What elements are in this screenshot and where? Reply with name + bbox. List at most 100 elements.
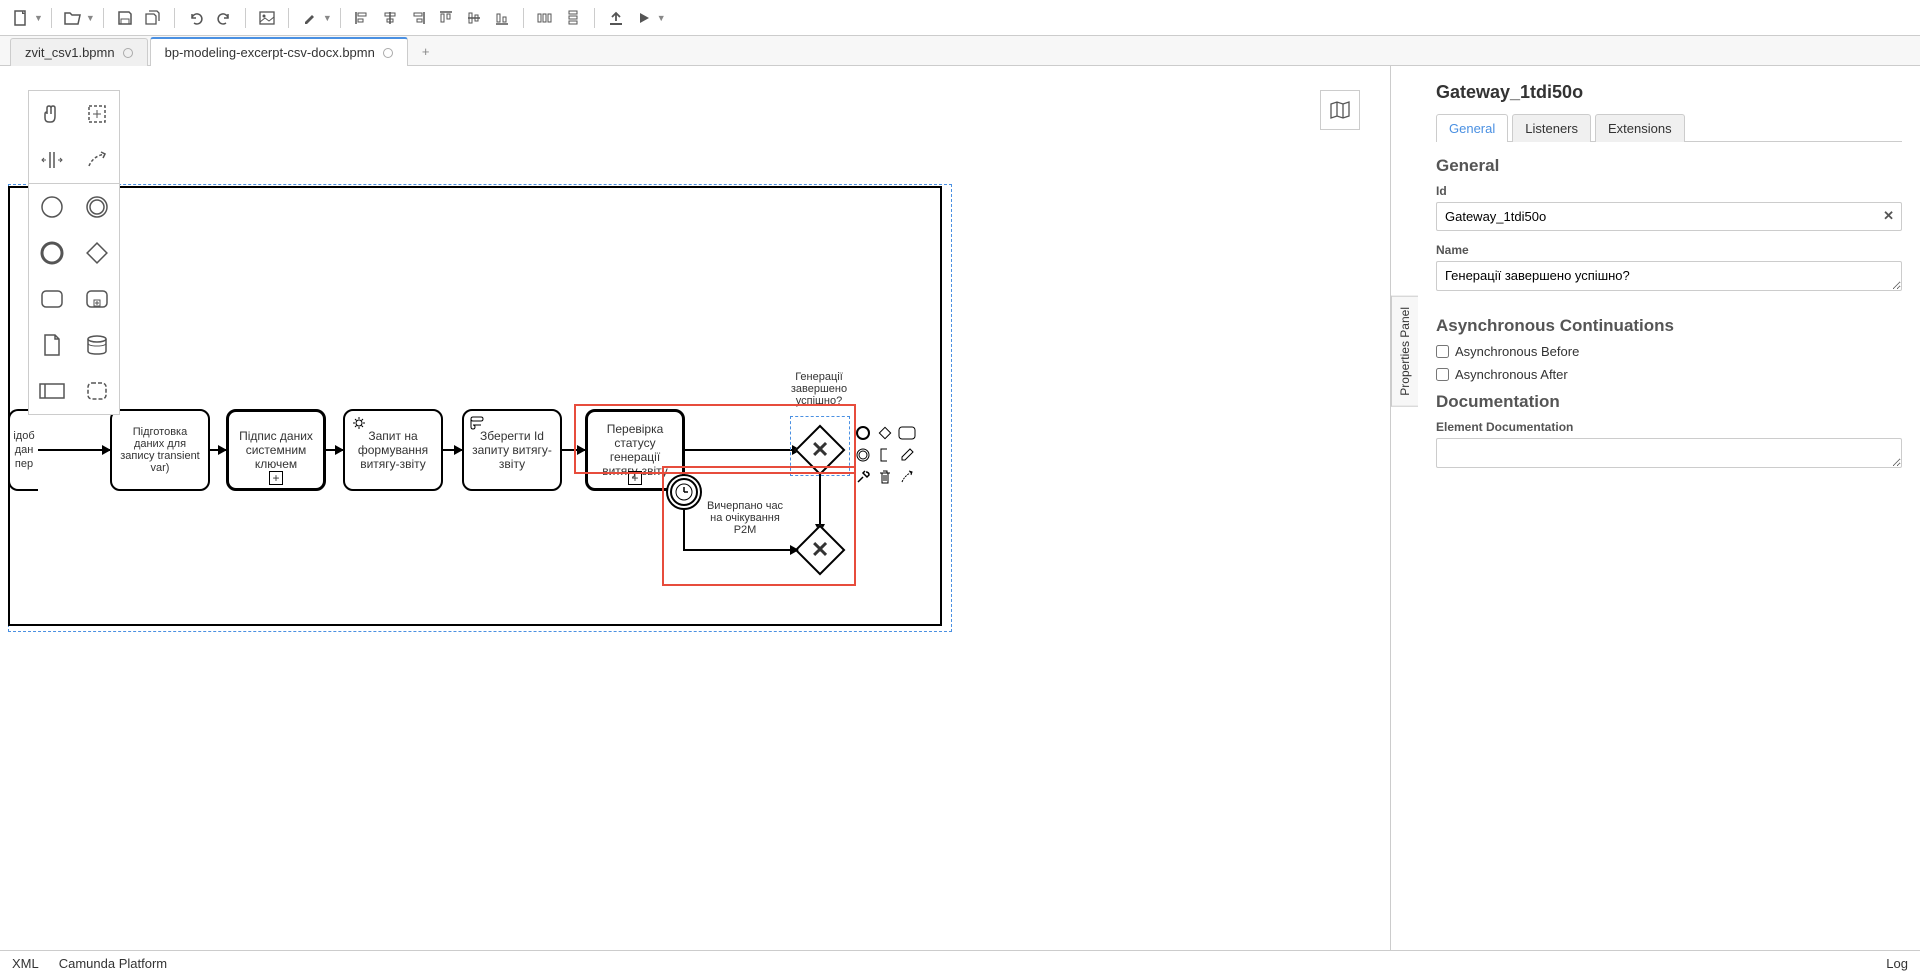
add-tab-button[interactable]: + <box>410 38 442 65</box>
task-icon[interactable] <box>29 276 74 322</box>
subprocess-icon[interactable] <box>74 276 119 322</box>
task-partial[interactable]: ідоб дан пер <box>8 409 38 491</box>
task-save-id[interactable]: Зберегти Id запиту витягу-звіту <box>462 409 562 491</box>
start-event-icon[interactable] <box>29 184 74 230</box>
lasso-tool-icon[interactable] <box>74 91 119 137</box>
async-after-checkbox[interactable] <box>1436 368 1449 381</box>
log-tab[interactable]: Log <box>1886 956 1908 971</box>
service-task-icon <box>351 415 367 431</box>
open-dropdown-icon[interactable]: ▼ <box>86 13 95 23</box>
hand-tool-icon[interactable] <box>29 91 74 137</box>
align-bottom-icon[interactable] <box>489 5 515 31</box>
append-gateway-icon[interactable] <box>876 424 894 442</box>
align-center-h-icon[interactable] <box>377 5 403 31</box>
arrow-icon <box>102 445 111 455</box>
change-type-icon[interactable] <box>898 446 916 464</box>
append-task-icon[interactable] <box>898 424 916 442</box>
sequence-flow[interactable] <box>38 449 110 451</box>
append-end-event-icon[interactable] <box>854 424 872 442</box>
align-left-icon[interactable] <box>349 5 375 31</box>
properties-panel-toggle[interactable]: Properties Panel <box>1391 296 1418 407</box>
exclusive-gateway-selected[interactable]: ✕ <box>795 425 845 475</box>
align-center-v-icon[interactable] <box>461 5 487 31</box>
global-connect-tool-icon[interactable] <box>74 137 119 183</box>
tab-label: bp-modeling-excerpt-csv-docx.bpmn <box>165 45 375 60</box>
append-intermediate-icon[interactable] <box>854 446 872 464</box>
timer-boundary-event[interactable] <box>666 474 702 510</box>
tab-listeners[interactable]: Listeners <box>1512 114 1591 142</box>
wrench-icon[interactable] <box>854 468 872 486</box>
tab-extensions[interactable]: Extensions <box>1595 114 1685 142</box>
separator <box>51 8 52 28</box>
file-tab[interactable]: zvit_csv1.bpmn <box>10 38 148 66</box>
separator <box>523 8 524 28</box>
close-tab-icon[interactable] <box>123 48 133 58</box>
platform-tab[interactable]: Camunda Platform <box>59 956 167 971</box>
align-top-icon[interactable] <box>433 5 459 31</box>
close-tab-icon[interactable] <box>383 48 393 58</box>
new-file-icon[interactable] <box>8 5 34 31</box>
sequence-flow[interactable] <box>683 549 798 551</box>
minimap-toggle[interactable] <box>1320 90 1360 130</box>
exclusive-gateway-2[interactable]: ✕ <box>795 525 845 575</box>
deploy-icon[interactable] <box>603 5 629 31</box>
data-object-icon[interactable] <box>29 322 74 368</box>
save-icon[interactable] <box>112 5 138 31</box>
separator <box>288 8 289 28</box>
save-all-icon[interactable] <box>140 5 166 31</box>
xml-tab[interactable]: XML <box>12 956 39 971</box>
clear-icon[interactable]: ✕ <box>1883 208 1894 224</box>
connect-icon[interactable] <box>898 468 916 486</box>
canvas[interactable]: ідоб дан пер Підготовка даних для запису… <box>0 66 1390 950</box>
task-label: Перевірка статусу генерації витягу-звіту <box>594 422 676 478</box>
separator <box>594 8 595 28</box>
arrow-icon <box>335 445 344 455</box>
arrow-icon <box>790 545 799 555</box>
sequence-flow[interactable] <box>683 510 685 550</box>
async-before-checkbox[interactable] <box>1436 345 1449 358</box>
new-dropdown-icon[interactable]: ▼ <box>34 13 43 23</box>
run-icon[interactable] <box>631 5 657 31</box>
delete-icon[interactable] <box>876 468 894 486</box>
annotation-icon[interactable] <box>876 446 894 464</box>
data-store-icon[interactable] <box>74 322 119 368</box>
id-input[interactable] <box>1436 202 1902 231</box>
name-input[interactable] <box>1436 261 1902 291</box>
intermediate-event-icon[interactable] <box>74 184 119 230</box>
space-tool-icon[interactable] <box>29 137 74 183</box>
run-dropdown-icon[interactable]: ▼ <box>657 13 666 23</box>
undo-icon[interactable] <box>183 5 209 31</box>
doc-input[interactable] <box>1436 438 1902 468</box>
separator <box>340 8 341 28</box>
task-label: ідоб дан пер <box>13 429 34 472</box>
sequence-flow[interactable] <box>685 449 800 451</box>
file-tab-active[interactable]: bp-modeling-excerpt-csv-docx.bpmn <box>150 37 408 66</box>
align-right-icon[interactable] <box>405 5 431 31</box>
doc-label: Element Documentation <box>1436 420 1902 434</box>
tab-general[interactable]: General <box>1436 114 1508 142</box>
participant-icon[interactable] <box>29 368 74 414</box>
async-before-label: Asynchronous Before <box>1455 344 1579 359</box>
task-sign-data[interactable]: Підпис даних системним ключем + <box>226 409 326 491</box>
tabs-bar: zvit_csv1.bpmn bp-modeling-excerpt-csv-d… <box>0 36 1920 66</box>
end-event-icon[interactable] <box>29 230 74 276</box>
task-label: Підготовка даних для запису transient va… <box>118 426 202 474</box>
arrow-icon <box>218 445 227 455</box>
main-area: ідоб дан пер Підготовка даних для запису… <box>0 66 1920 950</box>
main-toolbar: ▼ ▼ ▼ ▼ <box>0 0 1920 36</box>
gateway-icon[interactable] <box>74 230 119 276</box>
distribute-v-icon[interactable] <box>560 5 586 31</box>
color-icon[interactable] <box>297 5 323 31</box>
open-file-icon[interactable] <box>60 5 86 31</box>
group-icon[interactable] <box>74 368 119 414</box>
distribute-h-icon[interactable] <box>532 5 558 31</box>
task-request[interactable]: Запит на формування витягу-звіту <box>343 409 443 491</box>
image-icon[interactable] <box>254 5 280 31</box>
color-dropdown-icon[interactable]: ▼ <box>323 13 332 23</box>
sequence-flow[interactable] <box>819 472 821 530</box>
task-prepare-data[interactable]: Підготовка даних для запису transient va… <box>110 409 210 491</box>
redo-icon[interactable] <box>211 5 237 31</box>
properties-tabs: General Listeners Extensions <box>1436 113 1902 142</box>
properties-body: Gateway_1tdi50o General Listeners Extens… <box>1418 66 1920 950</box>
arrow-icon <box>454 445 463 455</box>
